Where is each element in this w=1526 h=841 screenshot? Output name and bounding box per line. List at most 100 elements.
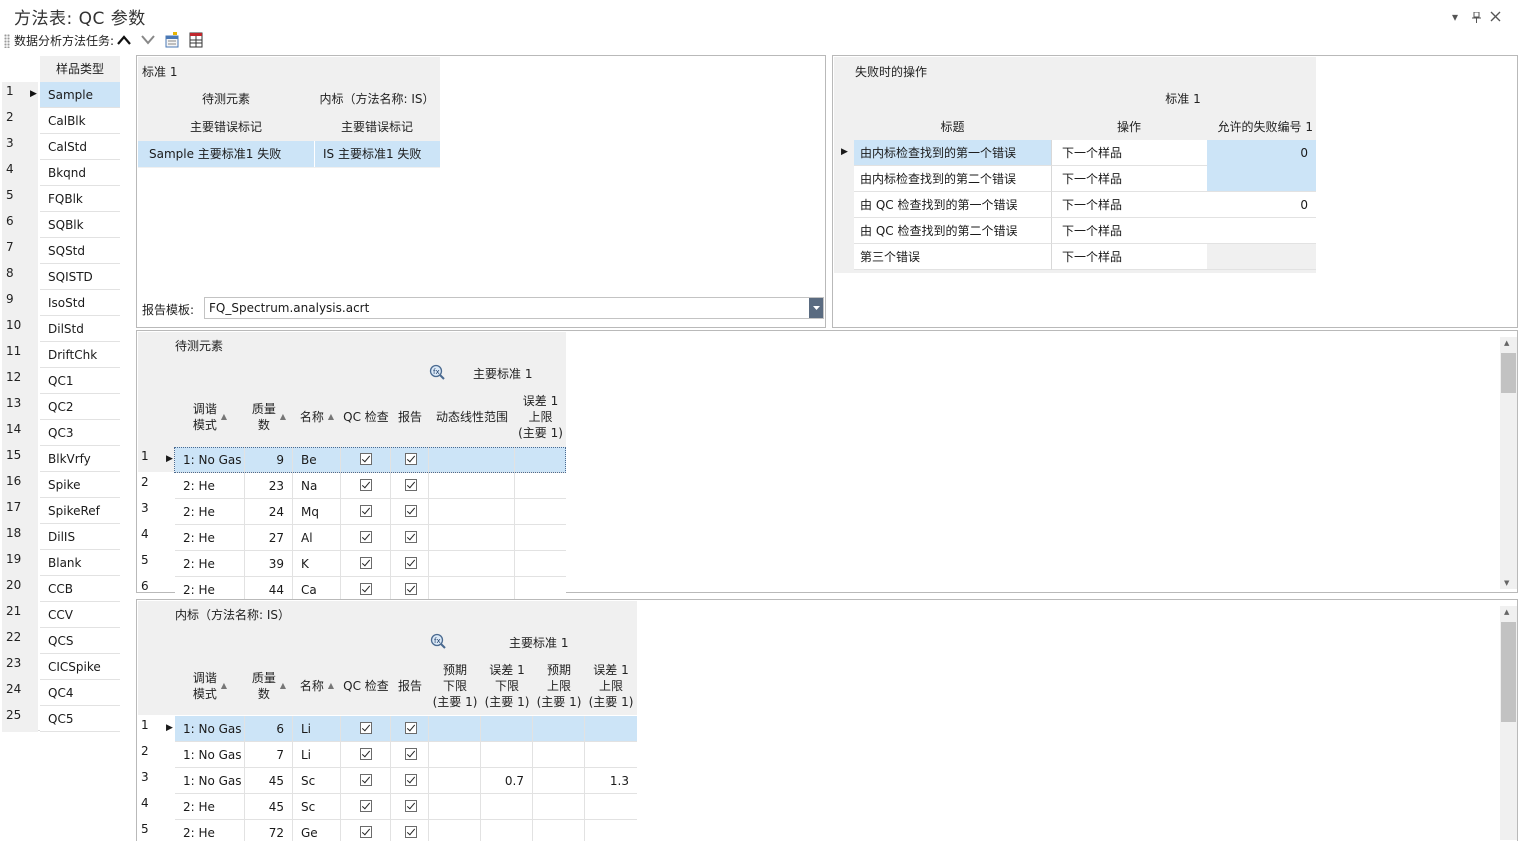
tune-mode-header[interactable]: 调谐 模式 ▲ [175, 658, 245, 714]
element-name-cell[interactable]: Sc [293, 768, 341, 794]
sort-arrow-icon[interactable]: ▲ [328, 678, 334, 694]
failure-title-cell[interactable]: 由内标检查找到的第一个错误 [854, 140, 1051, 166]
error-upper-cell[interactable]: 1.3 [585, 768, 637, 794]
sample-type-item[interactable]: DriftChk [40, 342, 120, 368]
sample-type-item[interactable]: QC5 [40, 706, 120, 732]
linear-range-cell[interactable] [429, 447, 515, 473]
error-lower-cell[interactable] [481, 820, 533, 841]
sample-type-item[interactable]: CalStd [40, 134, 120, 160]
mass-cell[interactable]: 45 [245, 768, 293, 794]
formula-search-icon[interactable]: fx [429, 364, 445, 383]
report-header[interactable]: 报告 [391, 389, 429, 445]
expected-lower-header[interactable]: 预期 下限 (主要 1) [429, 658, 481, 714]
name-header[interactable]: 名称 ▲ [293, 658, 341, 714]
mass-cell[interactable]: 6 [245, 716, 293, 742]
qc-check-checkbox[interactable] [360, 748, 372, 760]
sort-arrow-icon[interactable]: ▲ [280, 678, 286, 694]
istd-scrollbar[interactable]: ▲ [1500, 606, 1517, 840]
element-name-cell[interactable]: Be [293, 447, 341, 473]
linear-range-cell[interactable] [429, 473, 515, 499]
sample-type-item[interactable]: SQBlk [40, 212, 120, 238]
tune-mode-cell[interactable]: 2: He [175, 473, 245, 499]
sort-arrow-icon[interactable]: ▲ [280, 409, 286, 425]
mass-cell[interactable]: 23 [245, 473, 293, 499]
sample-type-item[interactable]: IsoStd [40, 290, 120, 316]
mass-cell[interactable]: 24 [245, 499, 293, 525]
qc-check-checkbox[interactable] [360, 557, 372, 569]
expected-upper-cell[interactable] [533, 716, 585, 742]
error-lower-cell[interactable] [481, 794, 533, 820]
expected-upper-header[interactable]: 预期 上限 (主要 1) [533, 658, 585, 714]
error-lower-header[interactable]: 误差 1 下限 (主要 1) [481, 658, 533, 714]
mass-cell[interactable]: 9 [245, 447, 293, 473]
tune-mode-header[interactable]: 调谐 模式 ▲ [175, 389, 245, 445]
tune-mode-cell[interactable]: 1: No Gas [175, 742, 245, 768]
failure-count-cell[interactable]: 0 [1207, 192, 1316, 218]
sample-type-item[interactable]: BlkVrfy [40, 446, 120, 472]
element-name-cell[interactable]: Li [293, 716, 341, 742]
tune-mode-cell[interactable]: 2: He [175, 820, 245, 841]
sample-type-item[interactable]: Sample [40, 82, 120, 108]
scroll-up-icon[interactable]: ▲ [1504, 608, 1509, 616]
edit-table-button[interactable] [163, 31, 181, 49]
tune-mode-cell[interactable]: 2: He [175, 794, 245, 820]
mass-header[interactable]: 质量 数 ▲ [245, 658, 293, 714]
report-checkbox[interactable] [405, 748, 417, 760]
sample-type-item[interactable]: QC2 [40, 394, 120, 420]
mass-cell[interactable]: 45 [245, 794, 293, 820]
element-name-cell[interactable]: Na [293, 473, 341, 499]
qc-check-checkbox[interactable] [360, 531, 372, 543]
qc-check-checkbox[interactable] [360, 826, 372, 838]
sort-arrow-icon[interactable]: ▲ [221, 409, 227, 425]
istd-scroll-thumb[interactable] [1501, 622, 1516, 722]
error-upper-cell[interactable] [515, 499, 566, 525]
qc-check-checkbox[interactable] [360, 453, 372, 465]
expected-upper-cell[interactable] [533, 820, 585, 841]
qc-check-checkbox[interactable] [360, 583, 372, 595]
tune-mode-cell[interactable]: 2: He [175, 525, 245, 551]
analyte-scrollbar[interactable]: ▲ ▼ [1500, 337, 1517, 589]
sample-type-item[interactable]: FQBlk [40, 186, 120, 212]
error-upper-cell[interactable] [515, 551, 566, 577]
mass-cell[interactable]: 39 [245, 551, 293, 577]
failure-title-cell[interactable]: 第三个错误 [854, 244, 1051, 270]
sample-type-item[interactable]: Blank [40, 550, 120, 576]
failure-title-cell[interactable]: 由 QC 检查找到的第二个错误 [854, 218, 1051, 244]
istd-flag-cell[interactable]: IS 主要标准1 失败 [323, 141, 421, 167]
move-up-button[interactable] [115, 31, 133, 49]
qc-check-checkbox[interactable] [360, 722, 372, 734]
sample-type-item[interactable]: DilIS [40, 524, 120, 550]
sample-type-item[interactable]: DilStd [40, 316, 120, 342]
column-settings-button[interactable] [187, 31, 205, 49]
name-header[interactable]: 名称 ▲ [293, 389, 341, 445]
sample-type-item[interactable]: CCB [40, 576, 120, 602]
tune-mode-cell[interactable]: 2: He [175, 551, 245, 577]
report-checkbox[interactable] [405, 479, 417, 491]
failure-action-cell[interactable]: 下一个样品 [1051, 244, 1207, 270]
mass-cell[interactable]: 72 [245, 820, 293, 841]
sample-type-item[interactable]: Spike [40, 472, 120, 498]
move-down-button[interactable] [139, 31, 157, 49]
tune-mode-cell[interactable]: 1: No Gas [175, 447, 245, 473]
report-checkbox[interactable] [405, 774, 417, 786]
sample-type-item[interactable]: QC3 [40, 420, 120, 446]
sort-arrow-icon[interactable]: ▲ [328, 409, 334, 425]
qc-check-header[interactable]: QC 检查 [341, 658, 391, 714]
failure-action-cell[interactable]: 下一个样品 [1051, 166, 1207, 192]
mass-header[interactable]: 质量 数 ▲ [245, 389, 293, 445]
sample-type-item[interactable]: CalBlk [40, 108, 120, 134]
sample-type-item[interactable]: QCS [40, 628, 120, 654]
qc-check-checkbox[interactable] [360, 505, 372, 517]
report-checkbox[interactable] [405, 826, 417, 838]
failure-count-cell[interactable] [1207, 244, 1316, 270]
error-lower-cell[interactable]: 0.7 [481, 768, 533, 794]
close-icon[interactable] [1490, 11, 1501, 25]
error-upper-cell[interactable] [585, 742, 637, 768]
mass-cell[interactable]: 27 [245, 525, 293, 551]
scroll-up-icon[interactable]: ▲ [1504, 339, 1509, 347]
element-name-cell[interactable]: K [293, 551, 341, 577]
report-template-select[interactable]: FQ_Spectrum.analysis.acrt [204, 297, 824, 319]
error-upper-cell[interactable] [585, 716, 637, 742]
sample-type-item[interactable]: QC1 [40, 368, 120, 394]
expected-lower-cell[interactable] [429, 716, 481, 742]
